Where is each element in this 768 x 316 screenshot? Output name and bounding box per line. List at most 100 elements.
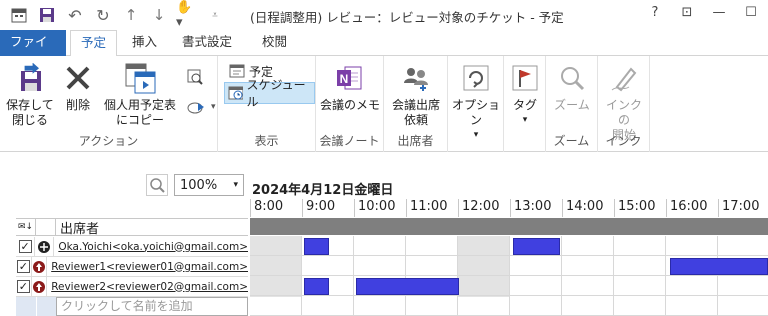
window-title: (日程調整用) レビュー：レビュー対象のチケット - 予定 (250, 10, 564, 25)
attendees-header: ✉↓ 出席者 (16, 218, 248, 237)
tab-appointment[interactable]: 予定 (70, 30, 118, 57)
time-slot[interactable] (666, 276, 718, 296)
attendee-row[interactable]: ✓ Reviewer1<reviewer01@gmail.com> (16, 256, 248, 277)
search-icon[interactable] (146, 174, 168, 196)
time-slot[interactable] (458, 276, 510, 296)
hour-ruler: 8:00 9:00 10:00 11:00 12:00 13:00 14:00 15:00 16… (250, 199, 768, 217)
attendee-checkbox-cell[interactable]: ✓ (16, 276, 32, 297)
checkbox[interactable]: ✓ (16, 260, 30, 273)
options-label: オプション (451, 98, 500, 127)
busy-block[interactable] (670, 258, 768, 275)
tags-label: タグ (512, 98, 537, 112)
time-slot[interactable] (666, 296, 718, 316)
hour-label: 12:00 (458, 199, 499, 217)
checkbox[interactable]: ✓ (16, 280, 30, 293)
time-slot[interactable] (458, 236, 510, 256)
zoom-select[interactable]: 100% ▾ (174, 174, 244, 196)
busy-block[interactable] (356, 278, 459, 295)
time-slot[interactable] (406, 236, 458, 256)
time-slot[interactable] (354, 236, 406, 256)
time-slot[interactable] (614, 276, 666, 296)
calendar-icon[interactable] (8, 5, 30, 25)
hour-label: 13:00 (510, 199, 551, 217)
forward-dropdown-icon: ▾ (211, 102, 216, 112)
group-options: オプション ▾ (448, 56, 504, 152)
time-slot[interactable] (250, 276, 302, 296)
time-slot[interactable] (614, 296, 666, 316)
zoom-button[interactable]: ズーム (550, 60, 594, 113)
time-slot[interactable] (718, 236, 768, 256)
pen-icon (607, 60, 641, 96)
group-label-display: 表示 (254, 134, 279, 148)
down-arrow-icon[interactable]: ↓ (148, 5, 170, 25)
time-slot[interactable] (458, 256, 510, 276)
attendee-checkbox-cell[interactable]: ✓ (16, 256, 32, 277)
meeting-notes-button[interactable]: N 会議のメモ (320, 60, 380, 113)
time-slot[interactable] (510, 276, 562, 296)
scheduling-view-button[interactable]: スケジュール (224, 78, 315, 109)
options-button[interactable]: オプション ▾ (450, 60, 502, 143)
touch-mode-icon[interactable]: ✋▾ (176, 0, 198, 30)
up-arrow-icon[interactable]: ↑ (120, 5, 142, 25)
tags-button[interactable]: タグ ▾ (506, 60, 544, 128)
undo-icon[interactable]: ↶ (64, 5, 86, 25)
invite-attendees-button[interactable]: 会議出席 依頼 (388, 60, 444, 128)
delete-button[interactable]: 削除 (60, 60, 96, 113)
time-slot[interactable] (718, 296, 768, 316)
busy-block[interactable] (304, 278, 329, 295)
redo-icon[interactable]: ↻ (92, 5, 114, 25)
save-icon[interactable] (36, 5, 58, 25)
copy-calendar-icon (123, 60, 157, 96)
checkbox[interactable]: ✓ (18, 240, 32, 253)
scheduling-assistant: 100% ▾ 2024年4月12日金曜日 8:00 9:00 10:00 11:00 1… (0, 152, 768, 316)
time-slot[interactable] (666, 236, 718, 256)
time-slot[interactable] (562, 236, 614, 256)
attendee-name[interactable]: Reviewer2<reviewer02@gmail.com> (47, 281, 248, 293)
minimize-button[interactable]: — (708, 5, 730, 20)
help-button[interactable]: ? (644, 5, 666, 20)
time-slot[interactable] (250, 256, 302, 276)
time-slot[interactable] (510, 256, 562, 276)
time-slot[interactable] (718, 276, 768, 296)
time-slot[interactable] (354, 256, 406, 276)
options-dropdown-icon: ▾ (473, 130, 479, 140)
tab-review[interactable]: 校閲 (252, 30, 297, 56)
copy-personal-calendar-button[interactable]: 個人用予定表 にコピー (100, 60, 180, 128)
time-slot[interactable] (562, 276, 614, 296)
tab-format-text[interactable]: 書式設定 (172, 30, 242, 56)
time-slot[interactable] (250, 236, 302, 256)
time-slot[interactable] (354, 296, 406, 316)
time-slot[interactable] (406, 256, 458, 276)
busy-block[interactable] (513, 238, 560, 255)
tab-insert[interactable]: 挿入 (122, 30, 167, 56)
time-slot[interactable] (302, 256, 354, 276)
time-slot[interactable] (302, 296, 354, 316)
busy-block[interactable] (304, 238, 329, 255)
forward-preview-button[interactable] (184, 66, 206, 88)
customize-qat-icon[interactable]: ⩡ (204, 5, 226, 25)
group-display: 予定 スケジュール 表示 (218, 56, 316, 152)
maximize-button[interactable]: ☐ (740, 5, 762, 20)
ribbon-display-button[interactable]: ⊡ (676, 5, 698, 20)
attendee-checkbox-cell[interactable]: ✓ (16, 236, 36, 257)
tab-file[interactable]: ファイル (0, 30, 66, 73)
time-slot[interactable] (406, 296, 458, 316)
forward-button[interactable]: ▾ (184, 96, 219, 118)
time-slot[interactable] (510, 296, 562, 316)
time-slot[interactable] (614, 256, 666, 276)
attendee-name[interactable]: Oka.Yoichi<oka.yoichi@gmail.com> (54, 241, 248, 253)
start-inking-button[interactable]: インクの 開始 (602, 60, 646, 143)
save-close-button[interactable]: 保存して 閉じる (4, 60, 56, 128)
attendees-icon (399, 60, 433, 96)
attendee-row[interactable]: ✓ Reviewer2<reviewer02@gmail.com> (16, 276, 248, 297)
delete-icon (61, 60, 95, 96)
time-slot[interactable] (562, 256, 614, 276)
time-slot[interactable] (458, 296, 510, 316)
group-label-attendees: 出席者 (397, 134, 434, 148)
time-slot[interactable] (614, 236, 666, 256)
add-attendee-input[interactable]: クリックして名前を追加 (56, 297, 248, 316)
attendee-name[interactable]: Reviewer1<reviewer01@gmail.com> (47, 261, 248, 273)
time-slot[interactable] (562, 296, 614, 316)
time-slot[interactable] (250, 296, 302, 316)
attendee-row[interactable]: ✓ Oka.Yoichi<oka.yoichi@gmail.com> (16, 236, 248, 257)
